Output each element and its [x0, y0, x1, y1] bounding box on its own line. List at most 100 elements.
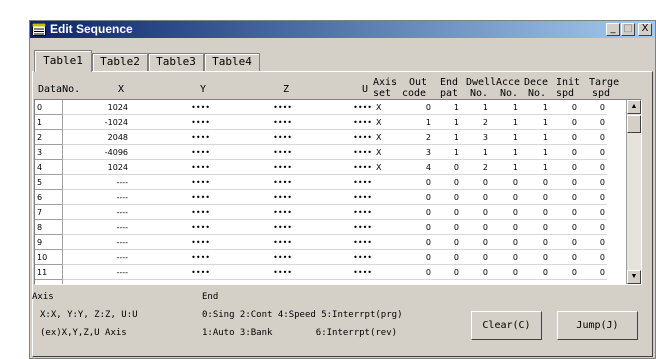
cell-z[interactable]: •••• — [212, 129, 294, 145]
cell-dwell[interactable]: 1 — [461, 100, 490, 115]
cell-y[interactable]: •••• — [130, 174, 212, 190]
cell-init[interactable]: 0 — [550, 114, 579, 130]
cell-targe[interactable]: 0 — [579, 204, 607, 220]
cell-axis[interactable]: X — [374, 159, 402, 175]
cell-targe[interactable]: 0 — [579, 249, 607, 265]
cell-dece[interactable]: 0 — [520, 219, 550, 235]
cell-u[interactable]: •••• — [294, 249, 374, 265]
cell-init[interactable]: 0 — [550, 174, 579, 190]
cell-u[interactable]: •••• — [294, 144, 374, 160]
cell-dece[interactable]: 1 — [520, 144, 550, 160]
table-row[interactable]: 7 ---- •••• •••• •••• 0 0 0 0 0 0 0 — [35, 204, 607, 220]
cell-out[interactable]: 0 — [402, 264, 433, 280]
cell-x[interactable]: ---- — [62, 279, 130, 284]
close-button[interactable]: X — [638, 23, 652, 36]
cell-end[interactable]: 0 — [433, 264, 461, 280]
cell-acce[interactable]: 1 — [490, 100, 520, 115]
cell-init[interactable]: 0 — [550, 144, 579, 160]
cell-axis[interactable]: X — [374, 129, 402, 145]
cell-targe[interactable]: 0 — [579, 264, 607, 280]
cell-end[interactable]: 0 — [433, 189, 461, 205]
cell-acce[interactable]: 1 — [490, 129, 520, 145]
cell-u[interactable]: •••• — [294, 189, 374, 205]
cell-z[interactable]: •••• — [212, 219, 294, 235]
cell-init[interactable]: 0 — [550, 234, 579, 250]
cell-acce[interactable]: 0 — [490, 219, 520, 235]
cell-end[interactable]: 0 — [433, 174, 461, 190]
cell-end[interactable]: 0 — [433, 204, 461, 220]
cell-dwell[interactable]: 0 — [461, 249, 490, 265]
cell-acce[interactable]: 0 — [490, 204, 520, 220]
table-row[interactable]: 1 -1024 •••• •••• •••• X 1 1 2 1 1 0 0 — [35, 114, 607, 130]
cell-out[interactable]: 2 — [402, 129, 433, 145]
cell-u[interactable]: •••• — [294, 100, 374, 115]
cell-y[interactable]: •••• — [130, 189, 212, 205]
cell-z[interactable]: •••• — [212, 234, 294, 250]
scroll-thumb[interactable] — [627, 115, 641, 133]
cell-x[interactable]: ---- — [62, 174, 130, 190]
cell-targe[interactable]: 0 — [579, 174, 607, 190]
cell-targe[interactable]: 0 — [579, 114, 607, 130]
cell-axis[interactable] — [374, 204, 402, 220]
minimize-button[interactable]: _ — [606, 23, 620, 36]
title-bar[interactable]: Edit Sequence _ □ X — [30, 21, 655, 38]
cell-acce[interactable]: 0 — [490, 249, 520, 265]
cell-u[interactable]: •••• — [294, 129, 374, 145]
cell-dwell[interactable]: 0 — [461, 264, 490, 280]
cell-z[interactable]: •••• — [212, 144, 294, 160]
cell-init[interactable]: 0 — [550, 279, 579, 284]
tab-table1[interactable]: Table1 — [34, 50, 92, 72]
cell-out[interactable]: 0 — [402, 234, 433, 250]
cell-acce[interactable]: 0 — [490, 279, 520, 284]
cell-dece[interactable]: 1 — [520, 100, 550, 115]
table-row[interactable]: 4 1024 •••• •••• •••• X 4 0 2 1 1 0 0 — [35, 159, 607, 175]
cell-x[interactable]: ---- — [62, 219, 130, 235]
cell-x[interactable]: 1024 — [62, 159, 130, 175]
cell-u[interactable]: •••• — [294, 204, 374, 220]
cell-acce[interactable]: 1 — [490, 114, 520, 130]
table-row[interactable]: 8 ---- •••• •••• •••• 0 0 0 0 0 0 0 — [35, 219, 607, 235]
table-row[interactable]: 5 ---- •••• •••• •••• 0 0 0 0 0 0 0 — [35, 174, 607, 190]
cell-u[interactable]: •••• — [294, 159, 374, 175]
cell-end[interactable]: 0 — [433, 234, 461, 250]
cell-z[interactable]: •••• — [212, 279, 294, 284]
cell-dwell[interactable]: 0 — [461, 279, 490, 284]
cell-dwell[interactable]: 0 — [461, 189, 490, 205]
clear-button[interactable]: Clear(C) — [471, 311, 542, 340]
cell-targe[interactable]: 0 — [579, 144, 607, 160]
cell-x[interactable]: 1024 — [62, 100, 130, 115]
cell-z[interactable]: •••• — [212, 174, 294, 190]
cell-axis[interactable] — [374, 279, 402, 284]
cell-u[interactable]: •••• — [294, 219, 374, 235]
cell-dece[interactable]: 0 — [520, 189, 550, 205]
cell-out[interactable]: 1 — [402, 114, 433, 130]
maximize-button[interactable]: □ — [621, 23, 635, 36]
table-row[interactable]: 0 1024 •••• •••• •••• X 0 1 1 1 1 0 0 — [35, 100, 607, 115]
cell-init[interactable]: 0 — [550, 159, 579, 175]
cell-end[interactable]: 1 — [433, 129, 461, 145]
cell-out[interactable]: 3 — [402, 144, 433, 160]
cell-z[interactable]: •••• — [212, 100, 294, 115]
cell-targe[interactable]: 0 — [579, 100, 607, 115]
table-row[interactable]: 9 ---- •••• •••• •••• 0 0 0 0 0 0 0 — [35, 234, 607, 250]
cell-dwell[interactable]: 0 — [461, 219, 490, 235]
cell-x[interactable]: -4096 — [62, 144, 130, 160]
cell-end[interactable]: 0 — [433, 279, 461, 284]
cell-dece[interactable]: 1 — [520, 159, 550, 175]
cell-out[interactable]: 0 — [402, 100, 433, 115]
cell-u[interactable]: •••• — [294, 279, 374, 284]
cell-axis[interactable] — [374, 189, 402, 205]
cell-init[interactable]: 0 — [550, 264, 579, 280]
cell-y[interactable]: •••• — [130, 249, 212, 265]
cell-targe[interactable]: 0 — [579, 189, 607, 205]
cell-out[interactable]: 0 — [402, 204, 433, 220]
cell-dwell[interactable]: 2 — [461, 159, 490, 175]
cell-y[interactable]: •••• — [130, 264, 212, 280]
cell-y[interactable]: •••• — [130, 144, 212, 160]
cell-init[interactable]: 0 — [550, 204, 579, 220]
cell-x[interactable]: 2048 — [62, 129, 130, 145]
cell-axis[interactable]: X — [374, 144, 402, 160]
cell-y[interactable]: •••• — [130, 159, 212, 175]
cell-dwell[interactable]: 1 — [461, 144, 490, 160]
tab-table4[interactable]: Table4 — [204, 53, 260, 71]
